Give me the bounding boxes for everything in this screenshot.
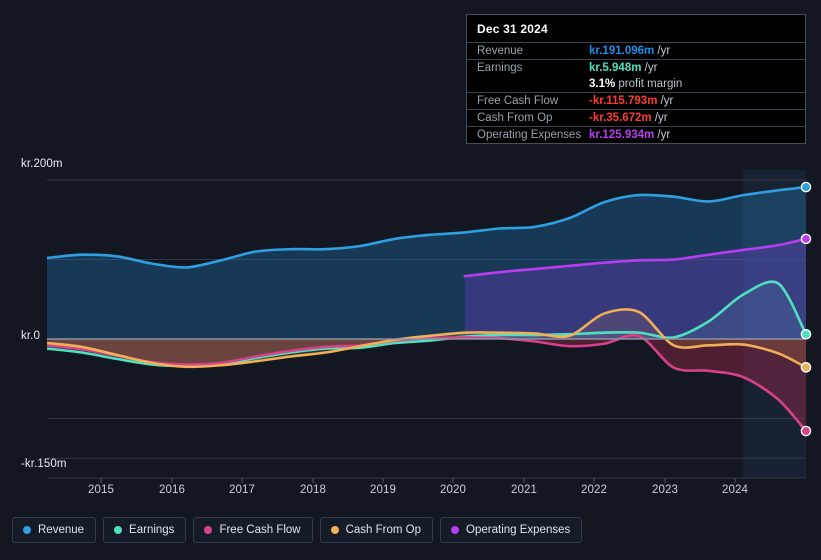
tooltip-row-amount: 3.1% bbox=[589, 78, 616, 90]
tooltip-row-unit: /yr bbox=[651, 112, 668, 124]
legend-item-label: Operating Expenses bbox=[466, 524, 571, 536]
tooltip-rows: Revenue kr.191.096m /yr Earnings kr.5.948m … bbox=[467, 42, 805, 143]
tooltip-row: 3.1% profit margin bbox=[467, 76, 805, 92]
tooltip-row-amount: -kr.115.793m bbox=[589, 95, 658, 107]
tooltip-row-unit: /yr bbox=[641, 62, 658, 74]
tooltip-row-value: -kr.35.672m /yr bbox=[589, 112, 668, 124]
tooltip-row-label: Operating Expenses bbox=[477, 129, 582, 141]
legend-color-dot-icon bbox=[451, 526, 460, 534]
tooltip-row-value: kr.191.096m /yr bbox=[589, 45, 670, 57]
tooltip-row-value: -kr.115.793m /yr bbox=[589, 95, 673, 107]
x-axis-label-2017: 2017 bbox=[229, 484, 255, 496]
x-axis-label-2018: 2018 bbox=[300, 484, 326, 496]
x-axis-label-2021: 2021 bbox=[511, 484, 537, 496]
tooltip-row-unit: /yr bbox=[654, 45, 671, 57]
tooltip-row-value: kr.5.948m /yr bbox=[589, 62, 657, 74]
legend-color-dot-icon bbox=[330, 526, 339, 534]
tooltip-row-unit: /yr bbox=[657, 95, 674, 107]
y-axis-label: kr.200m bbox=[21, 158, 63, 170]
series-endpoint-dot-1 bbox=[800, 328, 812, 340]
legend-color-dot-icon bbox=[114, 526, 123, 534]
tooltip-row-amount: -kr.35.672m bbox=[589, 112, 652, 124]
series-endpoint-dot-3 bbox=[800, 362, 812, 373]
x-axis-ticks-layer bbox=[100, 478, 736, 483]
tooltip-row: Operating Expenses kr.125.934m /yr bbox=[467, 126, 805, 143]
x-axis-label-2020: 2020 bbox=[440, 484, 466, 496]
legend-item-label: Free Cash Flow bbox=[219, 524, 301, 536]
legend-item-label: Revenue bbox=[38, 524, 85, 536]
tooltip-date-title: Dec 31 2024 bbox=[477, 22, 548, 36]
tooltip-row-label: Earnings bbox=[477, 62, 523, 74]
financial-chart: kr.200m kr.0 -kr.150m 2015 2016 2017 2018 2019… bbox=[0, 0, 821, 560]
y-axis-label: -kr.150m bbox=[21, 458, 67, 470]
legend-item-operating-expenses[interactable]: Operating Expenses bbox=[440, 517, 583, 543]
tooltip-row: Free Cash Flow -kr.115.793m /yr bbox=[467, 92, 805, 109]
chart-legend[interactable]: Revenue Earnings Free Cash Flow Cash From O… bbox=[12, 517, 583, 543]
tooltip-row-label: Free Cash Flow bbox=[477, 95, 559, 107]
legend-item-cash-from-op[interactable]: Cash From Op bbox=[319, 517, 434, 543]
tooltip-row-unit: profit margin bbox=[615, 78, 683, 90]
tooltip-row-value: kr.125.934m /yr bbox=[589, 129, 670, 141]
legend-item-earnings[interactable]: Earnings bbox=[103, 517, 187, 543]
tooltip-row: Cash From Op -kr.35.672m /yr bbox=[467, 109, 805, 126]
tooltip-row: Revenue kr.191.096m /yr bbox=[467, 42, 805, 59]
x-axis-label-2019: 2019 bbox=[370, 484, 396, 496]
chart-tooltip: Dec 31 2024 Revenue kr.191.096m /yr Earnin… bbox=[466, 14, 806, 144]
x-axis-label-2016: 2016 bbox=[159, 484, 185, 496]
tooltip-row: Earnings kr.5.948m /yr bbox=[467, 59, 805, 76]
legend-item-label: Cash From Op bbox=[345, 524, 422, 536]
legend-color-dot-icon bbox=[23, 526, 31, 534]
tooltip-row-amount: kr.191.096m bbox=[589, 45, 655, 57]
x-axis-label-2023: 2023 bbox=[652, 484, 678, 496]
x-axis-label-2015: 2015 bbox=[88, 484, 114, 496]
tooltip-row-value: 3.1% profit margin bbox=[589, 78, 682, 90]
tooltip-row-label: Revenue bbox=[477, 45, 524, 57]
legend-item-free-cash-flow[interactable]: Free Cash Flow bbox=[193, 517, 313, 543]
tooltip-row-unit: /yr bbox=[654, 129, 671, 141]
series-area-layer bbox=[47, 187, 806, 432]
x-axis-label-2024: 2024 bbox=[722, 484, 748, 496]
y-axis-label: kr.0 bbox=[21, 330, 40, 342]
series-endpoint-dot-4 bbox=[800, 233, 812, 245]
tooltip-row-label: Cash From Op bbox=[477, 112, 553, 124]
series-endpoint-dot-2 bbox=[800, 425, 812, 437]
legend-item-label: Earnings bbox=[129, 524, 175, 536]
tooltip-row-amount: kr.5.948m bbox=[589, 62, 642, 74]
legend-item-revenue[interactable]: Revenue bbox=[12, 517, 97, 543]
x-axis-label-2022: 2022 bbox=[581, 484, 607, 496]
tooltip-row-amount: kr.125.934m bbox=[589, 129, 655, 141]
legend-color-dot-icon bbox=[204, 526, 213, 534]
series-endpoint-dot-0 bbox=[800, 181, 812, 193]
